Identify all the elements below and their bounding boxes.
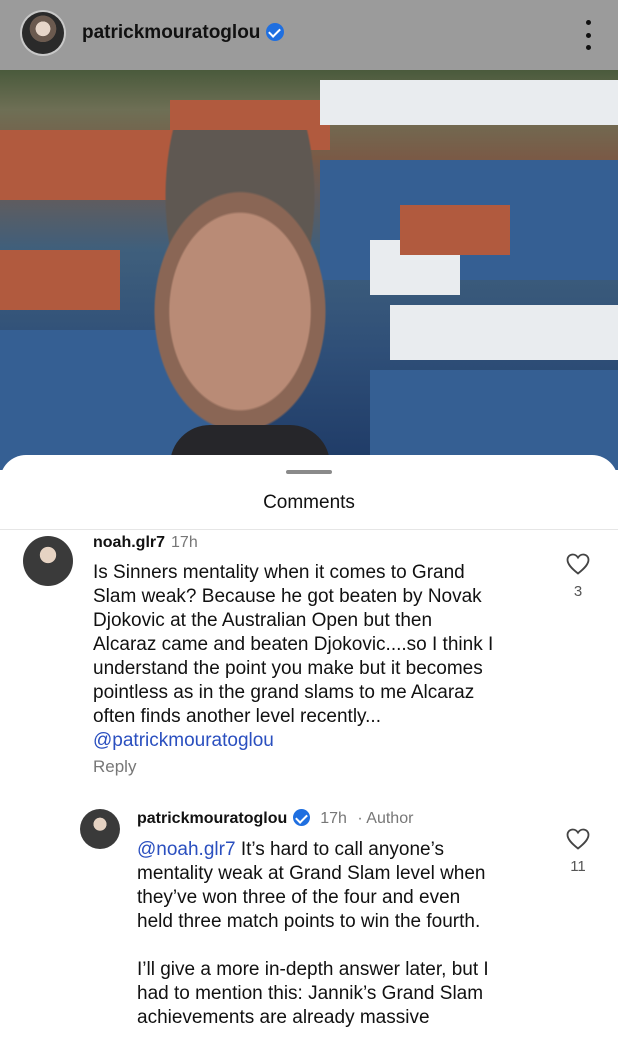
comment-text: Is Sinners mentality when it comes to Gr… bbox=[93, 561, 553, 753]
comment-username[interactable]: noah.glr7 bbox=[93, 534, 165, 551]
username-label[interactable]: patrickmouratoglou bbox=[82, 22, 260, 43]
comment-header: patrickmouratoglou 17h · Author bbox=[137, 809, 414, 827]
heart-icon bbox=[566, 553, 590, 575]
comment-username[interactable]: patrickmouratoglou bbox=[137, 810, 287, 827]
verified-badge-icon bbox=[293, 809, 311, 826]
avatar[interactable] bbox=[23, 536, 73, 586]
comment-header: noah.glr7 17h bbox=[93, 534, 198, 552]
comment-item: noah.glr7 17h Is Sinners mentality when i… bbox=[0, 455, 618, 785]
avatar[interactable] bbox=[80, 809, 120, 849]
author-label: Author bbox=[366, 810, 414, 827]
mention-link[interactable]: @noah.glr7 bbox=[137, 839, 236, 860]
heart-icon bbox=[566, 828, 590, 850]
post-video[interactable] bbox=[0, 70, 618, 470]
like-count: 11 bbox=[570, 858, 586, 875]
more-vertical-icon[interactable] bbox=[578, 20, 598, 50]
like-button[interactable]: 3 bbox=[558, 553, 598, 600]
comment-time: 17h bbox=[320, 810, 347, 827]
comment-text: @noah.glr7 It’s hard to call anyone’s me… bbox=[137, 839, 489, 1028]
verified-badge-icon bbox=[266, 23, 285, 41]
post-header: patrickmouratoglou bbox=[0, 0, 618, 70]
person-figure bbox=[110, 130, 370, 460]
comment-time: 17h bbox=[171, 534, 198, 551]
comments-sheet: Comments noah.glr7 17h Is Sinners mentali… bbox=[0, 455, 618, 1055]
mention-link[interactable]: @patrickmouratoglou bbox=[93, 729, 553, 753]
reply-button[interactable]: Reply bbox=[93, 757, 136, 777]
post-author[interactable]: patrickmouratoglou bbox=[82, 22, 285, 44]
comment-item: patrickmouratoglou 17h · Author @noah.glr… bbox=[0, 795, 618, 1035]
avatar[interactable] bbox=[22, 12, 64, 54]
like-count: 3 bbox=[573, 583, 583, 600]
like-button[interactable]: 11 bbox=[558, 828, 598, 875]
